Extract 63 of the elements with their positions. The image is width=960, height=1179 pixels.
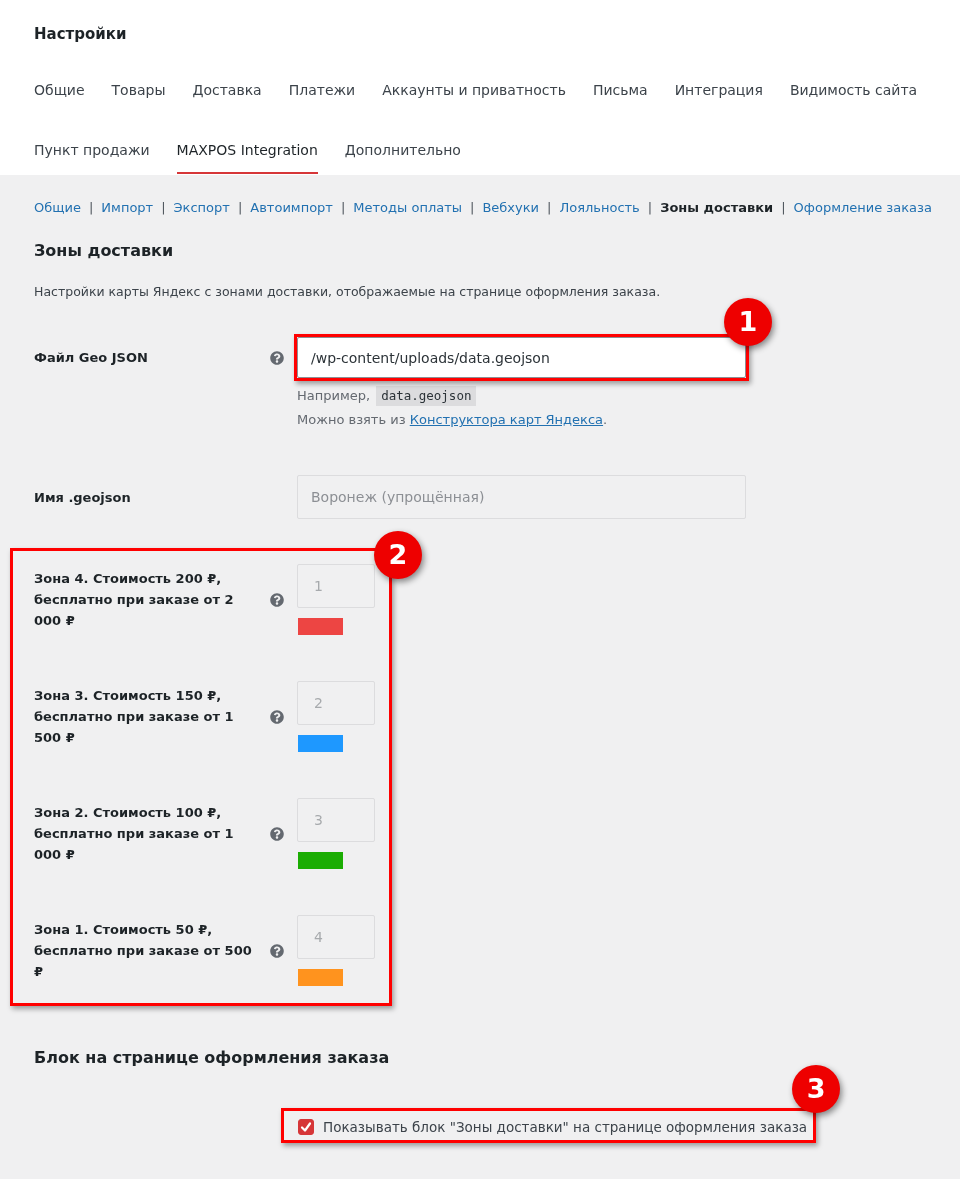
help-icon[interactable] [270, 592, 284, 607]
subnav-separator: | [340, 199, 346, 217]
help-icon[interactable] [270, 943, 284, 958]
section-heading: Блок на странице оформления заказа [34, 1047, 391, 1069]
text-input[interactable]: /wp-content/uploads/data.geojson [297, 337, 746, 378]
settings-tab[interactable]: Дополнительно [344, 120, 461, 174]
help-icon[interactable] [270, 709, 284, 724]
color-swatch[interactable] [298, 618, 343, 635]
help-icon[interactable] [270, 350, 284, 365]
settings-tab[interactable]: Платежи [288, 60, 356, 114]
section-heading: Зоны доставки [34, 240, 175, 262]
field-label: Имя .geojson [34, 488, 132, 507]
page-title: Настройки [34, 24, 128, 45]
settings-tab[interactable]: Общие [34, 60, 85, 114]
checkbox[interactable] [298, 1119, 314, 1135]
text-input[interactable]: Воронеж (упрощённая) [297, 475, 746, 519]
zone-label: Зона 4. Стоимость 200 ₽, бесплатно при заказе от 2 000 ₽ [34, 570, 235, 630]
subnav-link[interactable]: Вебхуки [482, 199, 540, 217]
subnav-link[interactable]: Зоны доставки [660, 199, 774, 217]
number-input[interactable]: 4 [297, 915, 375, 959]
section-description: Настройки карты Яндекс с зонами доставки, отображаемые на странице оформления заказа. [34, 283, 662, 301]
callout-badge: 1 [724, 298, 772, 346]
subnav-link[interactable]: Лояльность [559, 199, 640, 217]
code-sample: data.geojson [376, 386, 477, 406]
subnav-link[interactable]: Методы оплаты [353, 199, 462, 217]
hint-text: Например, [297, 387, 371, 405]
subnav-link[interactable]: Импорт [101, 199, 154, 217]
subnav-link[interactable]: Экспорт [173, 199, 230, 217]
subnav-separator: | [647, 199, 653, 217]
callout-badge: 3 [792, 1065, 841, 1113]
number-input[interactable]: 3 [297, 798, 375, 842]
settings-tab[interactable]: Аккаунты и приватность [382, 60, 566, 114]
subnav-link[interactable]: Общие [34, 199, 81, 217]
color-swatch[interactable] [298, 735, 343, 752]
zone-label: Зона 1. Стоимость 50 ₽, бесплатно при заказе от 500 ₽ [34, 921, 253, 981]
field-label: Файл Geo JSON [34, 349, 149, 367]
color-swatch[interactable] [298, 852, 343, 869]
subnav-link[interactable]: Автоимпорт [250, 199, 333, 217]
settings-tab[interactable]: Доставка [192, 60, 262, 114]
field-hint: Можно взять из Конструктора карт Яндекса. [297, 411, 609, 429]
color-swatch[interactable] [298, 969, 343, 986]
subnav-separator: | [470, 199, 475, 217]
number-input[interactable]: 2 [297, 681, 375, 725]
subnav-separator: | [161, 199, 166, 217]
settings-tab[interactable]: Товары [111, 60, 166, 114]
settings-tab[interactable]: Письма [592, 60, 648, 114]
subnav-link[interactable]: Оформление заказа [793, 199, 932, 217]
subnav-separator: | [237, 199, 243, 217]
help-icon[interactable] [270, 826, 284, 841]
checkbox-label[interactable]: Показывать блок "Зоны доставки" на странице оформления заказа [323, 1117, 808, 1137]
subnav-separator: | [88, 199, 94, 217]
callout-badge: 2 [374, 531, 422, 579]
number-input[interactable]: 1 [297, 564, 375, 608]
checkmark-icon [300, 1121, 312, 1133]
subnav-separator: | [547, 199, 552, 217]
zone-label: Зона 2. Стоимость 100 ₽, бесплатно при заказе от 1 000 ₽ [34, 804, 235, 864]
settings-tab[interactable]: Интеграция [674, 60, 763, 114]
zone-label: Зона 3. Стоимость 150 ₽, бесплатно при заказе от 1 500 ₽ [34, 687, 235, 747]
settings-tab[interactable]: MAXPOS Integration [176, 120, 318, 174]
settings-tab[interactable]: Видимость сайта [789, 60, 918, 114]
subnav-separator: | [781, 199, 786, 217]
hint-link[interactable]: Конструктора карт Яндекса [409, 412, 604, 427]
settings-tab[interactable]: Пункт продажи [34, 120, 150, 174]
